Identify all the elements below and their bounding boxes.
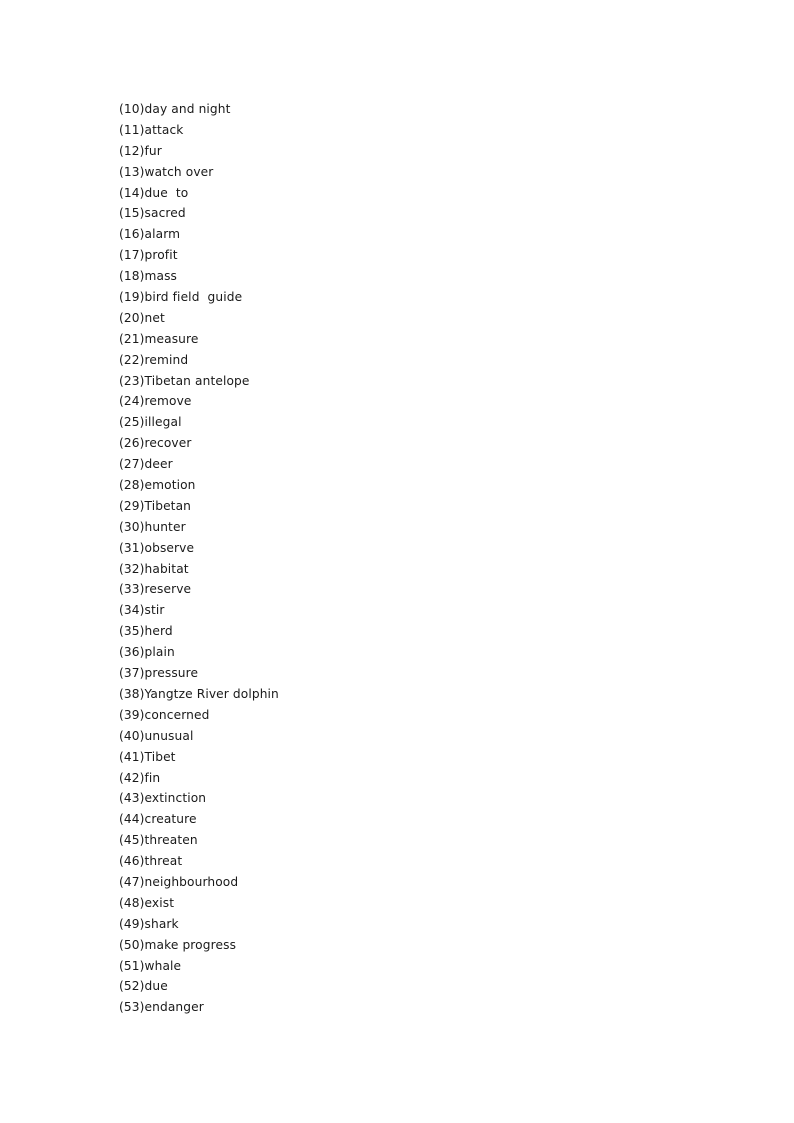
list-item: (50)make progress [119, 937, 237, 952]
list-item: (26)recover [119, 436, 192, 451]
list-item: (39)concerned [119, 707, 210, 722]
list-item: (16)alarm [119, 227, 181, 242]
list-item: (11)attack [119, 122, 184, 137]
list-item: (53)endanger [119, 1000, 204, 1015]
list-item: (21)measure [119, 331, 199, 346]
list-item: (15)sacred [119, 206, 186, 221]
list-item: (18)mass [119, 269, 178, 284]
list-item: (22)remind [119, 352, 189, 367]
list-item: (51)whale [119, 958, 182, 973]
list-item: (13)watch over [119, 164, 214, 179]
list-item: (28)emotion [119, 478, 196, 493]
list-item: (19)bird field guide [119, 290, 243, 305]
list-item: (30)hunter [119, 519, 186, 534]
list-item: (43)extinction [119, 791, 207, 806]
list-item: (42)fin [119, 770, 161, 785]
list-item: (49)shark [119, 916, 179, 931]
list-item: (40)unusual [119, 728, 194, 743]
document-page: (10)day and night (11)attack (12)fur (13)wa… [0, 0, 794, 1123]
list-item: (31)observe [119, 540, 195, 555]
list-item: (14)due to [119, 185, 189, 200]
list-item: (27)deer [119, 457, 173, 472]
list-item: (32)habitat [119, 561, 189, 576]
list-item: (20)net [119, 310, 165, 325]
list-item: (10)day and night [119, 102, 231, 116]
list-item: (45)threaten [119, 833, 198, 848]
vocabulary-word-list: (10)day and night (11)attack (12)fur (13)wa… [119, 99, 279, 1018]
list-item: (52)due [119, 979, 168, 994]
list-item: (46)threat [119, 854, 183, 869]
list-item: (12)fur [119, 143, 162, 158]
list-item: (35)herd [119, 624, 173, 639]
list-item: (25)illegal [119, 415, 182, 430]
list-item: (17)profit [119, 248, 178, 263]
list-item: (48)exist [119, 895, 175, 910]
list-item: (29)Tibetan [119, 498, 192, 513]
list-item: (24)remove [119, 394, 192, 409]
list-item: (34)stir [119, 603, 165, 618]
list-item: (33)reserve [119, 582, 192, 597]
list-item: (23)Tibetan antelope [119, 373, 250, 388]
list-item: (44)creature [119, 812, 197, 827]
list-item: (37)pressure [119, 666, 199, 681]
list-item: (41)Tibet [119, 749, 176, 764]
list-item: (38)Yangtze River dolphin [119, 686, 279, 701]
list-item: (36)plain [119, 645, 175, 660]
list-item: (47)neighbourhood [119, 874, 239, 889]
